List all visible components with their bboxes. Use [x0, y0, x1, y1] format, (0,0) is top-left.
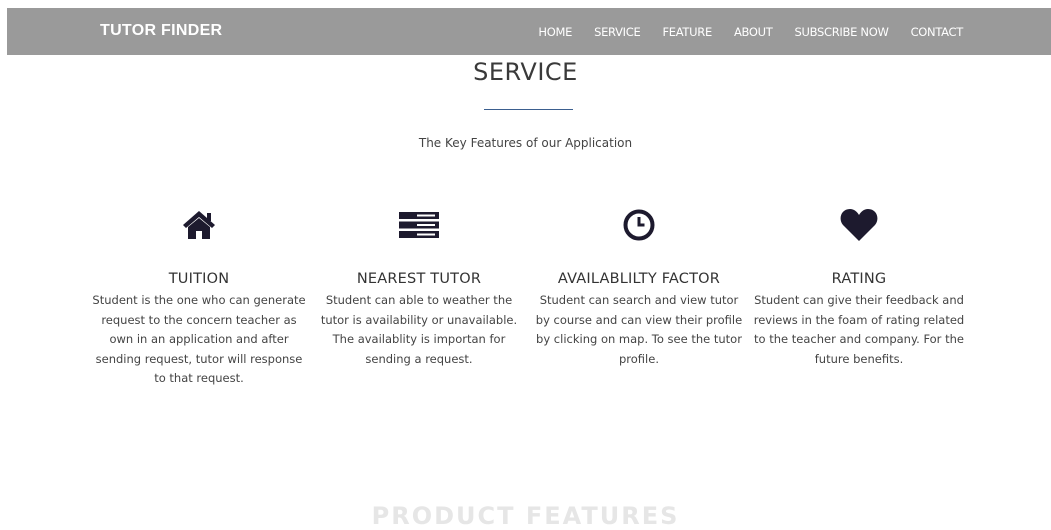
brand-logo[interactable]: TUTOR FINDER [100, 22, 222, 40]
clock-icon [529, 205, 749, 245]
feature-card-tuition: TUITION Student is the one who can gener… [89, 205, 309, 389]
feature-card-availability: AVAILABLILTY FACTOR Student can search a… [529, 205, 749, 389]
feature-title: AVAILABLILTY FACTOR [557, 271, 721, 287]
heart-icon [749, 205, 969, 245]
feature-description: Student can give their feedback and revi… [753, 293, 965, 366]
navbar: TUTOR FINDER HOME SERVICE FEATURE ABOUT … [7, 8, 1051, 55]
next-section-title: PRODUCT FEATURES [371, 502, 680, 530]
section-title: SERVICE [473, 58, 578, 86]
nav-link-home[interactable]: HOME [538, 25, 572, 39]
feature-title: NEAREST TUTOR [356, 271, 482, 287]
feature-description: Student can able to weather the tutor is… [320, 293, 518, 366]
feature-title: TUITION [168, 271, 230, 287]
home-icon [89, 205, 309, 245]
server-icon [309, 205, 529, 245]
nav-link-feature[interactable]: FEATURE [662, 25, 712, 39]
nav-link-subscribe[interactable]: SUBSCRIBE NOW [795, 25, 889, 39]
nav-links: HOME SERVICE FEATURE ABOUT SUBSCRIBE NOW… [538, 25, 963, 39]
feature-card-nearest-tutor: NEAREST TUTOR Student can able to weathe… [309, 205, 529, 389]
top-strip [0, 0, 1051, 8]
nav-link-about[interactable]: ABOUT [734, 25, 773, 39]
features-row: TUITION Student is the one who can gener… [89, 205, 969, 389]
feature-description: Student can search and view tutor by cou… [535, 293, 743, 366]
nav-link-service[interactable]: SERVICE [594, 25, 641, 39]
feature-description: Student is the one who can generate requ… [92, 293, 306, 385]
title-divider [484, 109, 573, 110]
section-subtitle: The Key Features of our Application [418, 136, 633, 150]
feature-title: RATING [831, 271, 887, 287]
feature-card-rating: RATING Student can give their feedback a… [749, 205, 969, 389]
nav-link-contact[interactable]: CONTACT [911, 25, 964, 39]
